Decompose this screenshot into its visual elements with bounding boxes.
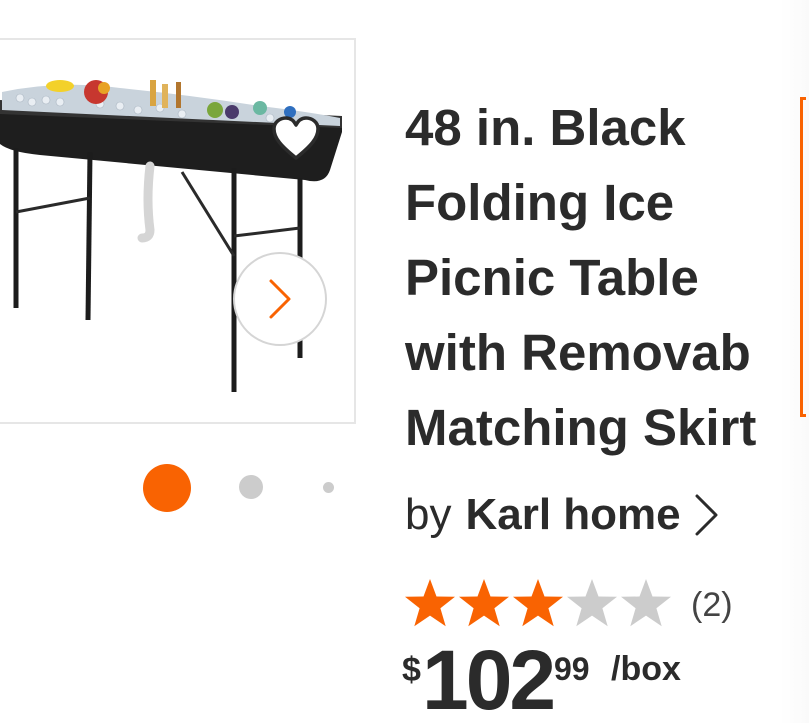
title-line: Matching Skirt <box>405 399 757 456</box>
carousel-dot-active[interactable] <box>143 464 191 512</box>
price-unit: /box <box>611 650 681 688</box>
heart-icon[interactable] <box>271 116 321 162</box>
star-icon <box>567 579 617 627</box>
star-icon <box>621 579 671 627</box>
price-cents: 99 <box>554 651 590 687</box>
product-image <box>0 80 342 392</box>
chevron-right-icon <box>269 279 291 319</box>
star-icon <box>513 579 563 627</box>
title-line: with Removab <box>405 324 751 381</box>
review-count-link[interactable]: (2) <box>691 586 733 625</box>
carousel-dot[interactable] <box>239 475 263 499</box>
product-image-frame[interactable] <box>0 38 356 424</box>
title-line: Picnic Table <box>405 249 699 306</box>
rating-stars[interactable] <box>403 577 673 629</box>
star-icon <box>459 579 509 627</box>
star-icon <box>405 579 455 627</box>
product-title: 48 in. Black Folding Ice Picnic Table wi… <box>405 90 809 465</box>
next-image-button[interactable] <box>233 252 327 346</box>
title-line: Folding Ice <box>405 174 675 231</box>
price-currency: $ <box>402 651 421 689</box>
brand-link[interactable]: by Karl home <box>405 490 721 540</box>
brand-name[interactable]: Karl home <box>465 490 680 540</box>
adjacent-panel-accent <box>800 97 806 417</box>
price-dollars: 102 <box>422 633 556 727</box>
title-line: 48 in. Black <box>405 99 686 156</box>
chevron-right-icon <box>695 494 718 536</box>
brand-prefix: by <box>405 490 452 539</box>
carousel-dot[interactable] <box>323 482 334 493</box>
